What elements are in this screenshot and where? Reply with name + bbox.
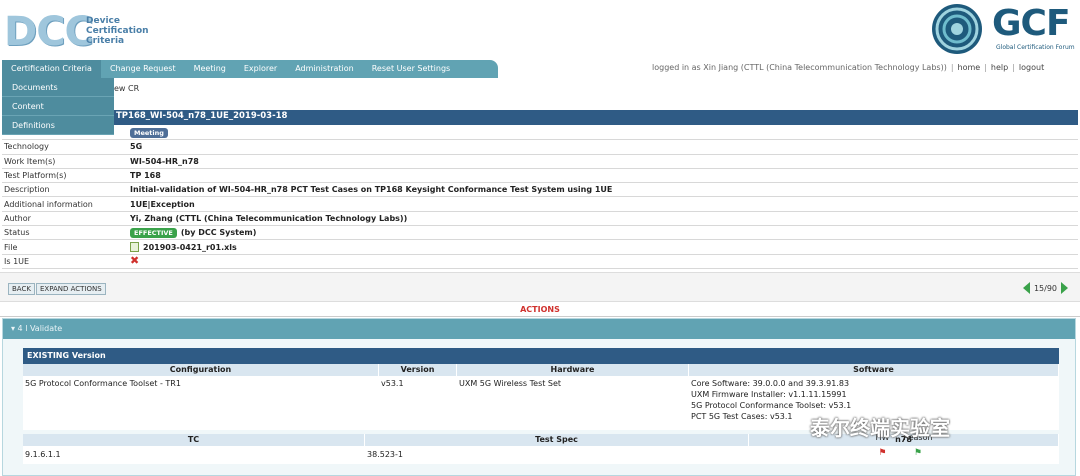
nav-reset-user-settings[interactable]: Reset User Settings	[363, 60, 459, 78]
site-header: DCC Device Certification Criteria GCF Gl…	[0, 0, 1080, 60]
cr-details: Meeting Technology 5G Work Item(s) WI-50…	[2, 126, 1078, 269]
dcc-logo-text: DCC	[4, 9, 94, 55]
detail-row: Author Yi, Zhang (CTTL (China Telecommun…	[2, 212, 1078, 227]
version-cell: v53.1	[381, 379, 404, 388]
column-header: Software	[689, 364, 1059, 376]
configuration-cell: 5G Protocol Conformance Toolset - TR1	[25, 379, 181, 388]
watermark: 泰尔终端实验室	[810, 416, 950, 440]
detail-row: File 201903-0421_r01.xls	[2, 240, 1078, 255]
detail-row: Status EFFECTIVE (by DCC System)	[2, 226, 1078, 241]
dcc-logo[interactable]: DCC	[2, 8, 94, 58]
actions-heading: ACTIONS	[0, 303, 1080, 317]
software-line: Core Software: 39.0.0.0 and 39.3.91.83	[691, 379, 850, 388]
home-link[interactable]: home	[958, 63, 981, 72]
certification-criteria-dropdown: Documents Content Definitions	[2, 78, 114, 135]
detail-row: Is 1UE ✖	[2, 255, 1078, 269]
status-by: (by DCC System)	[180, 228, 257, 238]
expand-actions-button[interactable]: EXPAND ACTIONS	[36, 283, 106, 295]
n78-cell: HW ⚑ Reason ⚑	[749, 433, 1059, 464]
detail-value: 5G	[130, 142, 143, 152]
cr-title-bar: TP168_WI-504_n78_1UE_2019-03-18	[2, 110, 1078, 125]
detail-label: Status	[4, 228, 30, 238]
dcc-logo-subtitle: Device Certification Criteria	[86, 16, 149, 46]
existing-version-title: EXISTING Version	[23, 348, 1059, 364]
column-header: Configuration	[23, 364, 379, 376]
action-button-row: BACK EXPAND ACTIONS 15/90	[0, 272, 1080, 302]
detail-row: Technology 5G	[2, 140, 1078, 155]
column-header: Version	[379, 364, 457, 376]
help-link[interactable]: help	[991, 63, 1008, 72]
software-line: 5G Protocol Conformance Toolset: v53.1	[691, 401, 852, 410]
gcf-logo: GCF Global Certification Forum	[930, 2, 1080, 60]
version-table-header: Configuration Version Hardware Software	[23, 364, 1059, 376]
detail-row: Meeting	[2, 126, 1078, 141]
table-row: 9.1.6.1.1 38.523-1 HW ⚑ Reason ⚑	[23, 433, 1059, 464]
validate-panel: ▾ 4 l Validate EXISTING Version Configur…	[2, 318, 1076, 476]
detail-label: Is 1UE	[4, 256, 30, 266]
hardware-cell: UXM 5G Wireless Test Set	[459, 379, 562, 388]
detail-value: 1UE|Exception	[130, 199, 195, 209]
dcc-sub-line: Certification	[86, 26, 149, 36]
tc-cell: 9.1.6.1.1	[25, 450, 61, 459]
logged-in-text: logged in as Xin Jiang (CTTL (China Tele…	[652, 63, 947, 72]
file-link[interactable]: 201903-0421_r01.xls	[143, 243, 237, 252]
existing-version: EXISTING Version Configuration Version H…	[23, 348, 1059, 464]
user-bar: logged in as Xin Jiang (CTTL (China Tele…	[652, 63, 1045, 72]
cr-title: TP168_WI-504_n78_1UE_2019-03-18	[116, 111, 288, 121]
flag-icon: ⚑	[913, 448, 922, 458]
file-icon	[130, 242, 139, 253]
detail-label: Additional information	[4, 199, 93, 209]
detail-row: Work Item(s) WI-504-HR_n78	[2, 155, 1078, 169]
meeting-badge[interactable]: Meeting	[130, 127, 168, 138]
software-line: UXM Firmware Installer: v1.1.11.15991	[691, 390, 847, 399]
nav-meeting[interactable]: Meeting	[185, 60, 235, 78]
logout-link[interactable]: logout	[1019, 63, 1044, 72]
nav-administration[interactable]: Administration	[286, 60, 363, 78]
breadcrumb: ew CR	[114, 84, 140, 93]
detail-value: Yi, Zhang (CTTL (China Telecommunication…	[130, 213, 408, 223]
nav-certification-criteria[interactable]: Certification Criteria	[2, 60, 101, 78]
detail-row: Additional information 1UE|Exception	[2, 197, 1078, 212]
detail-value: TP 168	[130, 171, 161, 181]
menu-item-definitions[interactable]: Definitions	[2, 116, 114, 135]
detail-label: Technology	[4, 142, 49, 152]
previous-arrow-icon[interactable]	[1022, 282, 1030, 294]
dcc-sub-line: Criteria	[86, 36, 125, 46]
test-spec-cell: 38.523-1	[367, 450, 403, 459]
column-header: TC	[23, 434, 365, 446]
column-header: Hardware	[457, 364, 689, 376]
detail-label: Author	[4, 213, 31, 223]
detail-value: WI-504-HR_n78	[130, 156, 199, 166]
gcf-logo-subtitle: Global Certification Forum	[996, 44, 1075, 51]
detail-row: Test Platform(s) TP 168	[2, 169, 1078, 184]
menu-item-documents[interactable]: Documents	[2, 78, 114, 97]
back-button[interactable]: BACK	[8, 283, 35, 295]
detail-value: Initial-validation of WI-504-HR_n78 PCT …	[130, 185, 613, 195]
nav-change-request[interactable]: Change Request	[101, 60, 185, 78]
menu-item-content[interactable]: Content	[2, 97, 114, 116]
detail-label: File	[4, 242, 18, 252]
validate-panel-header[interactable]: ▾ 4 l Validate	[3, 319, 1075, 339]
main-nav: Certification Criteria Change Request Me…	[2, 60, 498, 78]
detail-label: Description	[4, 185, 50, 195]
page-indicator: 15/90	[1033, 283, 1057, 293]
detail-label: Work Item(s)	[4, 156, 56, 166]
flag-icon: ⚑	[878, 448, 887, 458]
detail-row: Description Initial-validation of WI-504…	[2, 183, 1078, 198]
nav-explorer[interactable]: Explorer	[235, 60, 286, 78]
column-header: Test Spec	[365, 434, 749, 446]
next-arrow-icon[interactable]	[1061, 282, 1068, 294]
detail-label: Test Platform(s)	[4, 171, 67, 181]
pager: 15/90	[1022, 282, 1068, 294]
dcc-sub-line: Device	[86, 16, 120, 26]
gcf-globe-icon	[932, 4, 982, 54]
cross-icon: ✖	[130, 254, 140, 268]
gcf-logo-text: GCF	[992, 3, 1071, 44]
status-badge: EFFECTIVE	[130, 227, 177, 238]
